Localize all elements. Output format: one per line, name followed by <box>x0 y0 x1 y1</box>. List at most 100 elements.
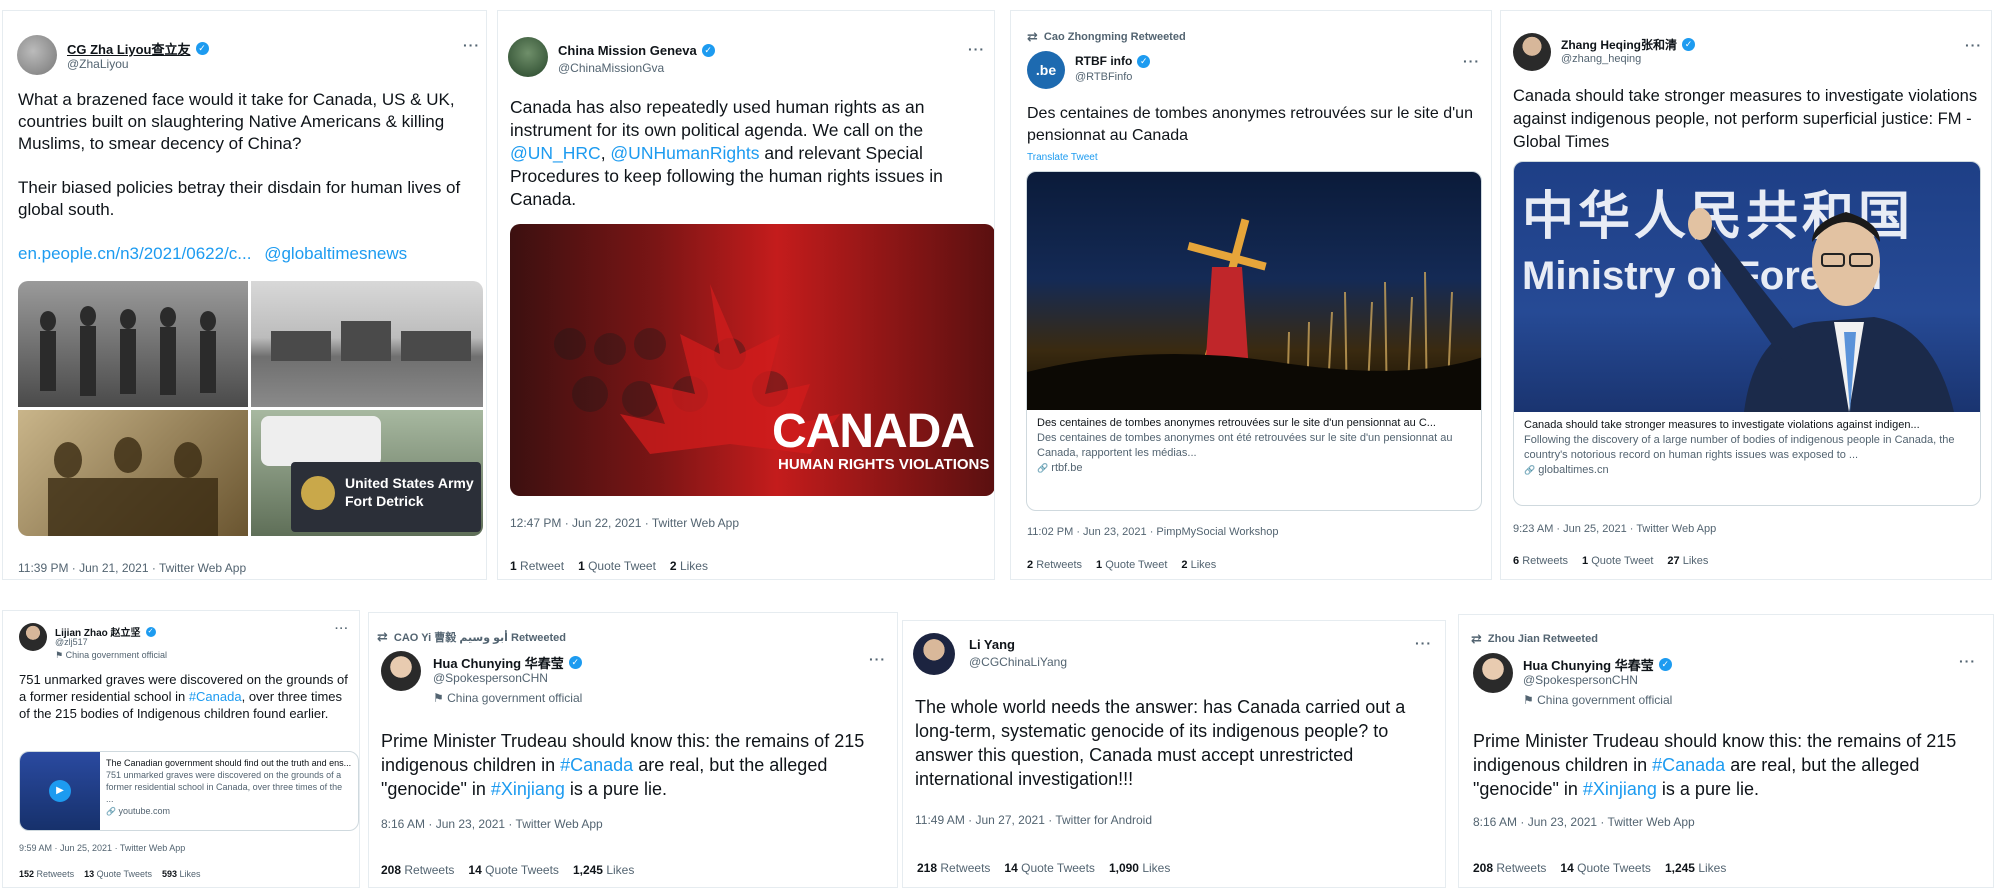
verified-icon: ✓ <box>1658 658 1672 671</box>
more-options-icon[interactable]: ··· <box>1959 653 1976 669</box>
author-handle[interactable]: @CGChinaLiYang <box>969 655 1067 669</box>
author-handle[interactable]: @ZhaLiyou <box>67 57 129 71</box>
hashtag-canada[interactable]: #Canada <box>189 689 242 704</box>
tweet-timestamp[interactable]: 8:16 AM · Jun 23, 2021 · Twitter Web App <box>381 817 603 831</box>
link-preview-card[interactable]: Des centaines de tombes anonymes retrouv… <box>1026 171 1482 511</box>
more-options-icon[interactable]: ··· <box>1415 635 1432 651</box>
photo-historical-children[interactable] <box>18 281 248 407</box>
photo-fort-detrick-sign[interactable]: United States Army Fort Detrick <box>251 410 483 536</box>
tweet-card-zha-liyou[interactable]: CG Zha Liyou查立友 ✓ @ZhaLiyou ··· What a b… <box>2 10 487 580</box>
tweet-timestamp[interactable]: 9:59 AM · Jun 25, 2021 · Twitter Web App <box>19 843 185 853</box>
tweet-image-canada[interactable]: CANADA HUMAN RIGHTS VIOLATIONS <box>510 224 994 496</box>
avatar[interactable] <box>1513 33 1551 71</box>
quote-tweet-count[interactable]: 14 Quote Tweets <box>468 863 559 877</box>
tweet-timestamp[interactable]: 9:23 AM · Jun 25, 2021 · Twitter Web App <box>1513 523 1716 535</box>
avatar[interactable] <box>17 35 57 75</box>
more-options-icon[interactable]: ··· <box>463 37 480 53</box>
photo-grid[interactable]: United States Army Fort Detrick <box>18 281 483 536</box>
hashtag-xinjiang[interactable]: #Xinjiang <box>491 779 565 799</box>
author-name[interactable]: Zhang Heqing张和清 ✓ <box>1561 36 1695 53</box>
quote-tweet-count[interactable]: 1 Quote Tweet <box>1096 559 1167 571</box>
tweet-text: Canada should take stronger measures to … <box>1513 87 1978 151</box>
author-handle[interactable]: @zhang_heqing <box>1561 53 1641 65</box>
avatar[interactable]: .be <box>1027 51 1065 89</box>
link-card-title: Canada should take stronger measures to … <box>1524 419 1920 431</box>
tweet-timestamp[interactable]: 12:47 PM · Jun 22, 2021 · Twitter Web Ap… <box>510 516 739 530</box>
author-name[interactable]: RTBF info ✓ <box>1075 54 1151 68</box>
tweet-link[interactable]: en.people.cn/n3/2021/0622/c... <box>18 244 251 263</box>
mention-un-hrc[interactable]: @UN_HRC <box>510 143 601 163</box>
retweet-count[interactable]: 208 Retweets <box>1473 861 1546 875</box>
avatar[interactable] <box>381 651 421 691</box>
quote-tweet-count[interactable]: 14 Quote Tweets <box>1004 861 1095 875</box>
like-count[interactable]: 1,245 Likes <box>1665 861 1726 875</box>
more-options-icon[interactable]: ··· <box>1965 37 1982 53</box>
retweet-count[interactable]: 1 Retweet <box>510 559 564 573</box>
more-options-icon[interactable]: ··· <box>869 651 886 667</box>
quote-tweet-count[interactable]: 14 Quote Tweets <box>1560 861 1651 875</box>
tweet-text-paragraph-2: Their biased policies betray their disda… <box>18 178 461 219</box>
link-preview-card[interactable]: 中华人民共和国 Ministry of Foreign Canada shoul… <box>1513 161 1981 506</box>
retweet-icon: ⇄ <box>1027 29 1038 44</box>
quote-tweet-count[interactable]: 13 Quote Tweets <box>84 869 152 879</box>
translate-tweet-link[interactable]: Translate Tweet <box>1027 152 1098 163</box>
retweet-count[interactable]: 2 Retweets <box>1027 559 1082 571</box>
like-count[interactable]: 2 Likes <box>670 559 708 573</box>
tweet-card-hua-chunying-2[interactable]: ⇄ Zhou Jian Retweeted Hua Chunying 华春莹 ✓… <box>1458 614 1994 888</box>
link-icon: 🔗 <box>106 807 116 816</box>
flag-icon: ⚑ <box>55 650 64 660</box>
like-count[interactable]: 2 Likes <box>1181 559 1216 571</box>
retweet-count[interactable]: 208 Retweets <box>381 863 454 877</box>
tweet-card-rtbf-info[interactable]: ⇄ Cao Zhongming Retweeted .be RTBF info … <box>1010 10 1492 580</box>
retweet-count[interactable]: 152 Retweets <box>19 869 74 879</box>
avatar[interactable] <box>19 623 47 651</box>
like-count[interactable]: 593 Likes <box>162 869 201 879</box>
author-handle[interactable]: @RTBFinfo <box>1075 71 1132 83</box>
hashtag-canada[interactable]: #Canada <box>1652 755 1725 775</box>
author-name[interactable]: Hua Chunying 华春莹 ✓ <box>433 653 582 672</box>
verified-icon: ✓ <box>1682 38 1695 51</box>
tweet-timestamp[interactable]: 8:16 AM · Jun 23, 2021 · Twitter Web App <box>1473 815 1695 829</box>
more-options-icon[interactable]: ··· <box>968 41 985 57</box>
tweet-card-lijian-zhao[interactable]: Lijian Zhao 赵立坚 ✓ @zlj517 ⚑ China govern… <box>2 610 360 888</box>
author-name[interactable]: CG Zha Liyou查立友 ✓ <box>67 39 209 58</box>
photo-historical-group[interactable] <box>18 410 248 536</box>
retweet-count[interactable]: 218 Retweets <box>917 861 990 875</box>
avatar[interactable] <box>508 37 548 77</box>
photo-residential-school[interactable] <box>251 281 483 407</box>
tweet-card-zhang-heqing[interactable]: Zhang Heqing张和清 ✓ @zhang_heqing ··· Cana… <box>1500 10 1992 580</box>
verified-icon: ✓ <box>568 656 582 669</box>
more-options-icon[interactable]: ··· <box>335 623 349 635</box>
sign-text: United States Army Fort Detrick <box>345 475 474 509</box>
tweet-card-hua-chunying-1[interactable]: ⇄ CAO Yi 曹毅 أبو وسيم Retweeted Hua Chuny… <box>368 612 898 888</box>
avatar[interactable] <box>913 633 955 675</box>
author-name[interactable]: China Mission Geneva ✓ <box>558 43 715 58</box>
tweet-timestamp[interactable]: 11:02 PM · Jun 23, 2021 · PimpMySocial W… <box>1027 526 1279 538</box>
mention-unhumanrights[interactable]: @UNHumanRights <box>610 143 759 163</box>
tweet-links: en.people.cn/n3/2021/0622/c... @globalti… <box>18 243 468 265</box>
more-options-icon[interactable]: ··· <box>1463 53 1480 69</box>
link-preview-card[interactable]: ▶ The Canadian government should find ou… <box>19 751 359 831</box>
tweet-timestamp[interactable]: 11:49 AM · Jun 27, 2021 · Twitter for An… <box>915 813 1152 827</box>
author-handle[interactable]: @ChinaMissionGva <box>558 61 664 75</box>
tweet-card-li-yang[interactable]: Li Yang @CGChinaLiYang ··· The whole wor… <box>902 620 1446 888</box>
hashtag-canada[interactable]: #Canada <box>560 755 633 775</box>
avatar[interactable] <box>1473 653 1513 693</box>
author-name[interactable]: Hua Chunying 华春莹 ✓ <box>1523 655 1672 674</box>
like-count[interactable]: 1,245 Likes <box>573 863 634 877</box>
author-handle[interactable]: @SpokespersonCHN <box>1523 673 1638 687</box>
retweet-count[interactable]: 6 Retweets <box>1513 555 1568 567</box>
quote-tweet-count[interactable]: 1 Quote Tweet <box>1582 555 1653 567</box>
quote-tweet-count[interactable]: 1 Quote Tweet <box>578 559 656 573</box>
verified-icon: ✓ <box>701 44 715 57</box>
author-handle[interactable]: @zlj517 <box>55 637 88 647</box>
tweet-card-china-mission-geneva[interactable]: China Mission Geneva ✓ @ChinaMissionGva … <box>497 10 995 580</box>
tweet-timestamp[interactable]: 11:39 PM · Jun 21, 2021 · Twitter Web Ap… <box>18 561 246 575</box>
like-count[interactable]: 27 Likes <box>1667 555 1708 567</box>
author-handle[interactable]: @SpokespersonCHN <box>433 671 548 685</box>
hashtag-xinjiang[interactable]: #Xinjiang <box>1583 779 1657 799</box>
link-card-body: Canada should take stronger measures to … <box>1514 412 1980 484</box>
like-count[interactable]: 1,090 Likes <box>1109 861 1170 875</box>
author-name[interactable]: Li Yang <box>969 637 1015 652</box>
mention-globaltimesnews[interactable]: @globaltimesnews <box>264 244 407 263</box>
